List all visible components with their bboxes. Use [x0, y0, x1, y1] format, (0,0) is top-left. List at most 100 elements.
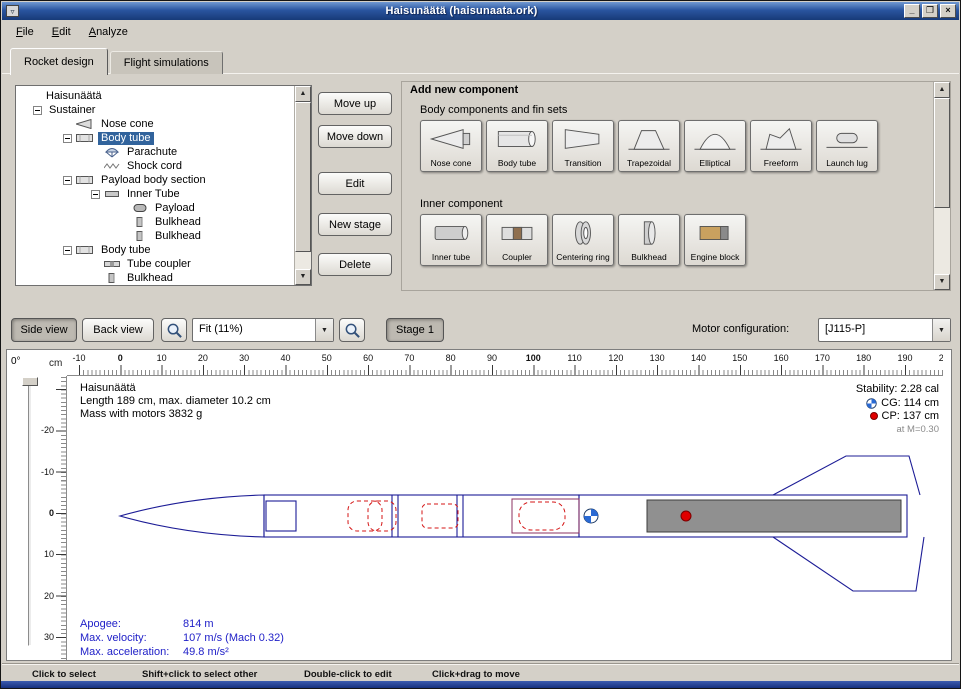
- rocket-view-area: 0° cm -100102030405060708090100110120130…: [6, 349, 952, 661]
- add-engine-block-button[interactable]: Engine block: [684, 214, 746, 266]
- vertical-ruler: -20-100102030: [41, 376, 67, 660]
- chevron-down-icon[interactable]: ▼: [315, 319, 333, 341]
- collapse-icon[interactable]: [63, 246, 72, 255]
- title-bar[interactable]: ▿ Haisunäätä (haisunaata.ork) _ ❐ ×: [2, 2, 959, 20]
- menu-bar: File Edit Analyze: [2, 20, 959, 43]
- engine-block-icon: [692, 219, 738, 247]
- maximize-button[interactable]: ❐: [922, 4, 938, 18]
- add-inner-tube-button[interactable]: Inner tube: [420, 214, 482, 266]
- tab-rocket-design[interactable]: Rocket design: [10, 48, 108, 75]
- collapse-icon[interactable]: [63, 176, 72, 185]
- new-stage-button[interactable]: New stage: [318, 213, 392, 236]
- tree-item-nose-cone[interactable]: Nose cone: [17, 117, 293, 131]
- add-coupler-button[interactable]: Coupler: [486, 214, 548, 266]
- taskbar-strip: [1, 681, 960, 688]
- move-up-button[interactable]: Move up: [318, 92, 392, 115]
- back-view-button[interactable]: Back view: [82, 318, 154, 342]
- ruler-tick-label: 20: [44, 591, 54, 601]
- ruler-tick-label: 50: [322, 353, 332, 363]
- ruler-tick-label: 10: [157, 353, 167, 363]
- scrollbar-thumb[interactable]: [295, 102, 311, 252]
- stage-1-toggle[interactable]: Stage 1: [386, 318, 444, 342]
- component-button-label: Inner tube: [432, 253, 470, 262]
- add-nose-cone-button[interactable]: Nose cone: [420, 120, 482, 172]
- elliptical-fin-icon: [692, 125, 738, 153]
- side-view-button[interactable]: Side view: [11, 318, 77, 342]
- zoom-combobox[interactable]: Fit (11%) ▼: [192, 318, 334, 342]
- tree-item-payload-body-section[interactable]: Payload body section: [17, 173, 293, 187]
- scroll-down-icon[interactable]: ▼: [295, 269, 311, 285]
- tree-item-label: Bulkhead: [124, 272, 176, 285]
- add-centering-ring-button[interactable]: Centering ring: [552, 214, 614, 266]
- body-components-row: Nose cone Body tube Transition: [420, 120, 878, 172]
- window-icon[interactable]: ▿: [6, 5, 19, 17]
- collapse-icon[interactable]: [63, 134, 72, 143]
- chevron-down-icon[interactable]: ▼: [932, 319, 950, 341]
- collapse-icon[interactable]: [33, 106, 42, 115]
- add-bulkhead-button[interactable]: Bulkhead: [618, 214, 680, 266]
- cp-value: CP: 137 cm: [882, 410, 939, 422]
- tree-item-bulkhead[interactable]: Bulkhead: [17, 229, 293, 243]
- menu-analyze[interactable]: Analyze: [81, 23, 136, 41]
- zoom-out-button[interactable]: [339, 318, 365, 342]
- move-down-button[interactable]: Move down: [318, 125, 392, 148]
- rocket-drawing-canvas[interactable]: Haisunäätä Length 189 cm, max. diameter …: [67, 376, 949, 660]
- delete-button[interactable]: Delete: [318, 253, 392, 276]
- tree-item-shock-cord[interactable]: Shock cord: [17, 159, 293, 173]
- menu-file[interactable]: File: [8, 23, 42, 41]
- tree-item-payload[interactable]: Payload: [17, 201, 293, 215]
- scroll-up-icon[interactable]: ▲: [295, 86, 311, 102]
- rocket-dimensions: Length 189 cm, max. diameter 10.2 cm: [80, 395, 271, 408]
- centering-ring-icon: [560, 219, 606, 247]
- tree-item-parachute[interactable]: Parachute: [17, 145, 293, 159]
- tree-item-body-tube[interactable]: Body tube: [17, 131, 293, 145]
- ruler-tick-label: 120: [608, 353, 623, 363]
- scroll-up-icon[interactable]: ▲: [934, 82, 950, 98]
- add-freeform-fin-button[interactable]: Freeform: [750, 120, 812, 172]
- minimize-button[interactable]: _: [904, 4, 920, 18]
- edit-button[interactable]: Edit: [318, 172, 392, 195]
- scroll-down-icon[interactable]: ▼: [934, 274, 950, 290]
- ruler-tick-label: 60: [363, 353, 373, 363]
- window-title: Haisunäätä (haisunaata.ork): [19, 5, 904, 17]
- component-button-label: Coupler: [502, 253, 532, 262]
- add-launch-lug-button[interactable]: Launch lug: [816, 120, 878, 172]
- body-tube-icon: [76, 175, 94, 185]
- scrollbar-thumb[interactable]: [934, 98, 950, 208]
- rotation-slider-track[interactable]: [28, 380, 32, 646]
- zoom-in-button[interactable]: [161, 318, 187, 342]
- tree-item-bulkhead[interactable]: Bulkhead: [17, 271, 293, 284]
- inner-components-row: Inner tube Coupler Centering ring: [420, 214, 746, 266]
- status-hint: Double-click to edit: [304, 669, 392, 680]
- status-hint: Click+drag to move: [432, 669, 520, 680]
- tree-item-inner-tube[interactable]: Inner Tube: [17, 187, 293, 201]
- add-trapezoidal-fin-button[interactable]: Trapezoidal: [618, 120, 680, 172]
- collapse-icon[interactable]: [91, 190, 100, 199]
- ruler-tick-label: -20: [41, 425, 54, 435]
- tree-item-label: Shock cord: [124, 160, 185, 173]
- tab-flight-simulations[interactable]: Flight simulations: [110, 51, 223, 74]
- nose-cone-icon: [428, 125, 474, 153]
- ruler-tick-label: 180: [856, 353, 871, 363]
- tree-item-sustainer[interactable]: Sustainer: [17, 103, 293, 117]
- close-button[interactable]: ×: [940, 4, 956, 18]
- tree-scrollbar[interactable]: ▲ ▼: [294, 86, 311, 285]
- tree-item-rocket[interactable]: Haisunäätä: [17, 89, 293, 103]
- tree-item-body-tube-2[interactable]: Body tube: [17, 243, 293, 257]
- component-button-label: Transition: [564, 159, 601, 168]
- add-transition-button[interactable]: Transition: [552, 120, 614, 172]
- component-button-label: Trapezoidal: [627, 159, 671, 168]
- ruler-tick-label: 30: [44, 632, 54, 642]
- body-tube-icon: [494, 125, 540, 153]
- tree-item-bulkhead[interactable]: Bulkhead: [17, 215, 293, 229]
- motor-configuration-combobox[interactable]: [J115-P] ▼: [818, 318, 951, 342]
- add-panel-scrollbar[interactable]: ▲ ▼: [933, 82, 950, 290]
- inner-component-label: Inner component: [420, 198, 503, 210]
- add-body-tube-button[interactable]: Body tube: [486, 120, 548, 172]
- rotation-slider-handle[interactable]: [22, 377, 38, 386]
- tree-item-tube-coupler[interactable]: Tube coupler: [17, 257, 293, 271]
- add-elliptical-fin-button[interactable]: Elliptical: [684, 120, 746, 172]
- menu-edit[interactable]: Edit: [44, 23, 79, 41]
- cg-marker: [584, 509, 598, 523]
- mach-note: at M=0.30: [896, 424, 939, 435]
